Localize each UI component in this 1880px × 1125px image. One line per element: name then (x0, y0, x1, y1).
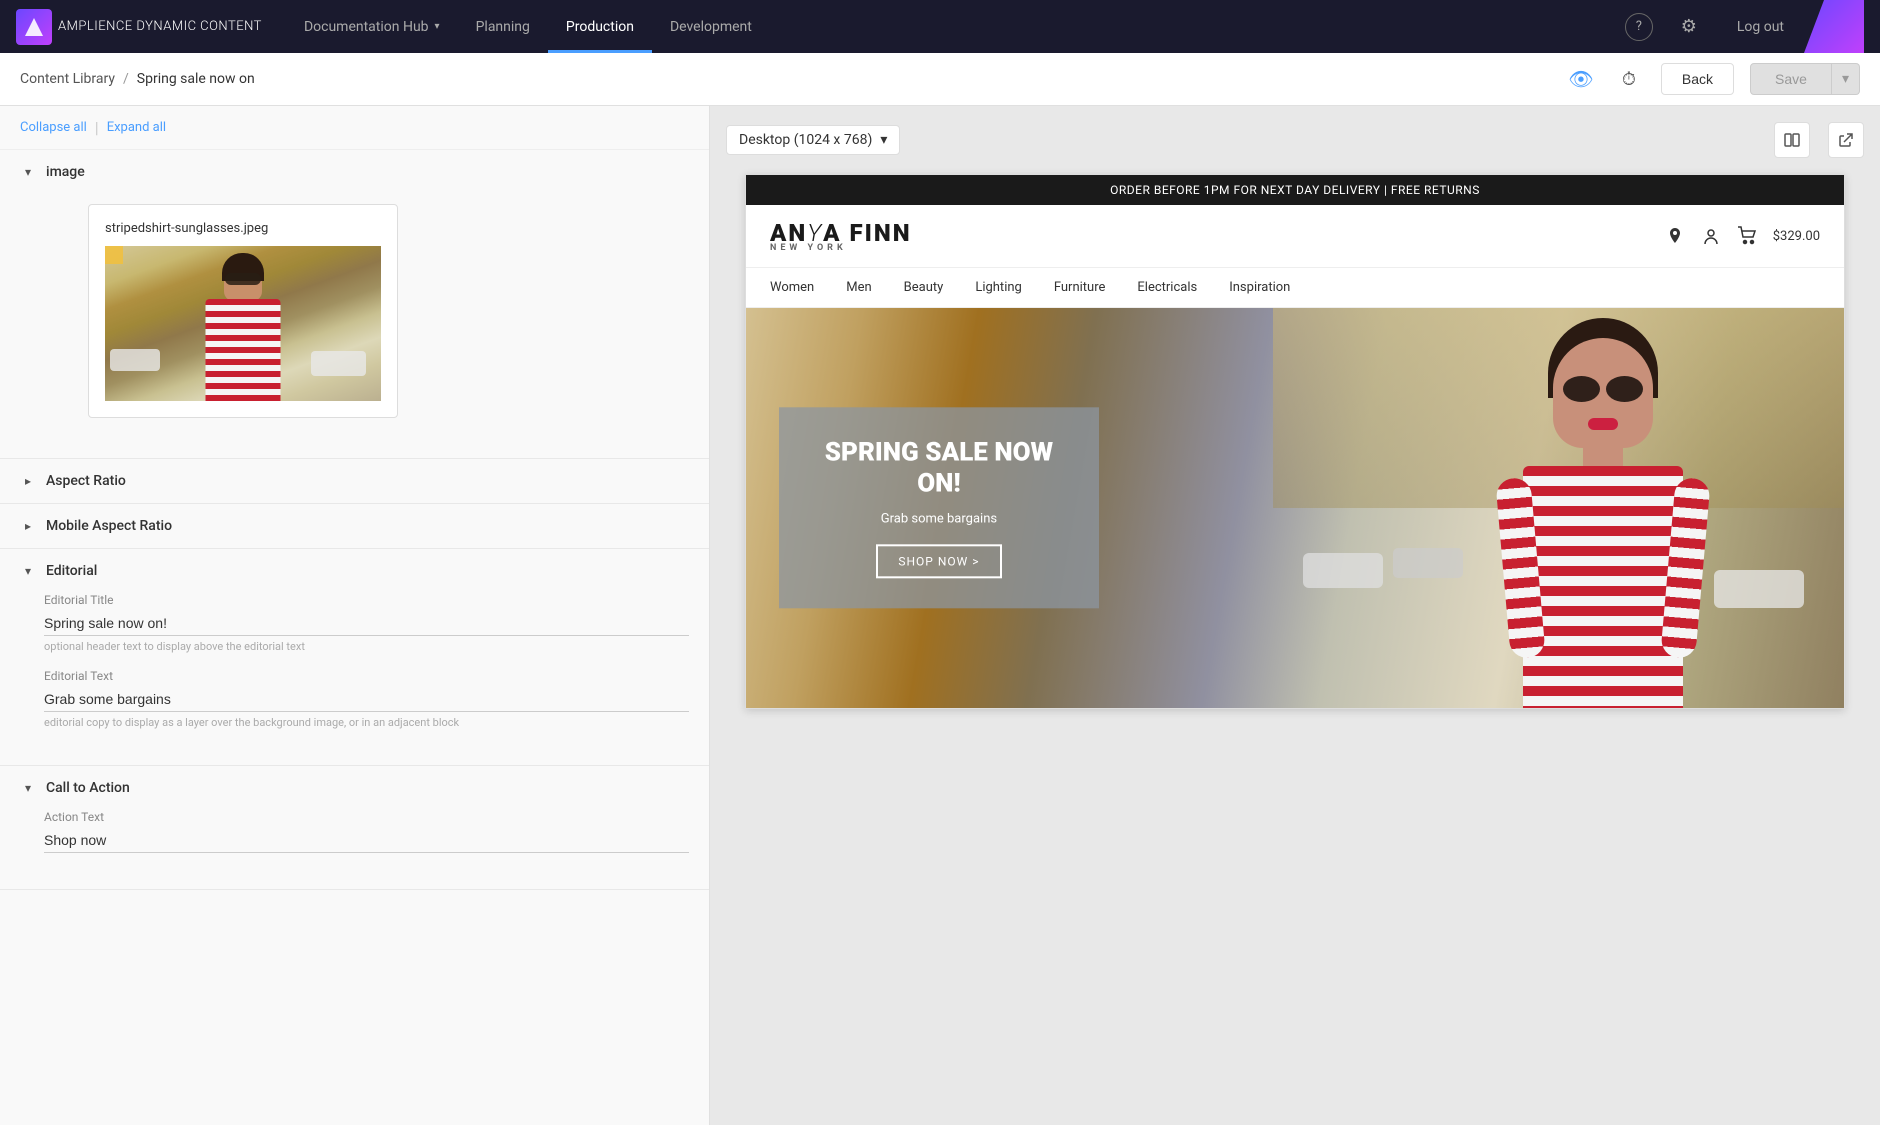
section-aspect-ratio-header[interactable]: ▸ Aspect Ratio (0, 459, 709, 503)
history-icon[interactable]: ⏱ (1613, 63, 1645, 95)
field-editorial-title-input[interactable] (44, 611, 689, 636)
collapse-bar: Collapse all | Expand all (0, 106, 709, 150)
store-nav-women[interactable]: Women (770, 268, 814, 307)
section-call-to-action: ▾ Call to Action Action Text (0, 766, 709, 890)
brand-name: AMPLIENCE DYNAMIC CONTENT (58, 19, 262, 34)
section-aspect-ratio-title: Aspect Ratio (46, 473, 126, 489)
brand-logo-area: AMPLIENCE DYNAMIC CONTENT (16, 9, 262, 45)
chevron-down-icon: ▾ (435, 21, 440, 32)
section-expand-icon: ▾ (20, 165, 36, 179)
section-editorial-title: Editorial (46, 563, 97, 579)
field-editorial-title-hint: optional header text to display above th… (44, 640, 689, 653)
field-editorial-text-hint: editorial copy to display as a layer ove… (44, 716, 689, 729)
breadcrumb-bar: Content Library / Spring sale now on 👁 ⏱… (0, 53, 1880, 106)
collapse-sep: | (95, 118, 99, 137)
save-button-group: Save ▾ (1750, 63, 1860, 95)
image-section-content: stripedshirt-sunglasses.jpeg (0, 204, 709, 458)
breadcrumb-parent[interactable]: Content Library (20, 71, 115, 87)
hero-subtitle: Grab some bargains (815, 512, 1063, 527)
image-card-filename: stripedshirt-sunglasses.jpeg (105, 221, 381, 236)
store-logo: ANYA FINN NEW YORK (770, 219, 912, 253)
chevron-down-icon: ▾ (1842, 71, 1849, 87)
viewport-selector[interactable]: Desktop (1024 x 768) ▾ (726, 125, 900, 155)
field-editorial-title: Editorial Title optional header text to … (44, 593, 689, 653)
breadcrumb-current: Spring sale now on (137, 71, 255, 87)
section-expand-icon: ▾ (20, 564, 36, 578)
brand-logo-icon (16, 9, 52, 45)
preview-eye-icon[interactable]: 👁 (1565, 63, 1597, 95)
section-mobile-aspect-ratio-title: Mobile Aspect Ratio (46, 518, 172, 534)
store-announcement: ORDER BEFORE 1PM FOR NEXT DAY DELIVERY |… (746, 175, 1844, 205)
main-content: Collapse all | Expand all ▾ image stripe… (0, 106, 1880, 1125)
back-button[interactable]: Back (1661, 63, 1734, 95)
field-editorial-text: Editorial Text editorial copy to display… (44, 669, 689, 729)
store-nav-furniture[interactable]: Furniture (1054, 268, 1106, 307)
collapse-all-link[interactable]: Collapse all (20, 120, 87, 135)
store-nav-men[interactable]: Men (846, 268, 871, 307)
section-mobile-aspect-ratio-header[interactable]: ▸ Mobile Aspect Ratio (0, 504, 709, 548)
section-image-header[interactable]: ▾ image (0, 150, 709, 194)
section-image: ▾ image stripedshirt-sunglasses.jpeg (0, 150, 709, 459)
field-action-text-input[interactable] (44, 828, 689, 853)
section-collapse-icon: ▸ (20, 474, 36, 488)
viewport-label: Desktop (1024 x 768) (739, 132, 872, 148)
section-aspect-ratio: ▸ Aspect Ratio (0, 459, 709, 504)
preview-toolbar: Desktop (1024 x 768) ▾ (726, 122, 1864, 158)
compare-icon[interactable] (1774, 122, 1810, 158)
save-dropdown-button[interactable]: ▾ (1832, 63, 1860, 95)
left-panel: Collapse all | Expand all ▾ image stripe… (0, 106, 710, 1125)
store-nav-electricals[interactable]: Electricals (1137, 268, 1197, 307)
save-button[interactable]: Save (1750, 63, 1832, 95)
location-icon[interactable] (1665, 226, 1685, 246)
store-header: ANYA FINN NEW YORK $329.00 (746, 205, 1844, 268)
help-icon[interactable]: ? (1625, 13, 1653, 41)
settings-icon[interactable]: ⚙ (1673, 11, 1705, 43)
section-collapse-icon: ▸ (20, 519, 36, 533)
nav-item-production[interactable]: Production (548, 0, 652, 53)
image-preview (105, 246, 381, 401)
breadcrumb-actions: 👁 ⏱ Back Save ▾ (1565, 63, 1860, 95)
store-nav-lighting[interactable]: Lighting (975, 268, 1022, 307)
store-nav-beauty[interactable]: Beauty (904, 268, 944, 307)
hero-overlay: SPRING SALE NOW ON! Grab some bargains S… (779, 407, 1099, 608)
section-editorial-header[interactable]: ▾ Editorial (0, 549, 709, 593)
hero-title: SPRING SALE NOW ON! (815, 437, 1063, 499)
hero-cta-button[interactable]: SHOP NOW > (876, 545, 1001, 579)
top-nav: AMPLIENCE DYNAMIC CONTENT Documentation … (0, 0, 1880, 53)
store-nav-inspiration[interactable]: Inspiration (1229, 268, 1290, 307)
field-action-text-label: Action Text (44, 810, 689, 824)
viewport-chevron-icon: ▾ (880, 132, 887, 148)
editorial-section-content: Editorial Title optional header text to … (0, 593, 709, 765)
store-icons: $329.00 (1665, 226, 1820, 246)
image-card: stripedshirt-sunglasses.jpeg (88, 204, 398, 418)
store-nav: Women Men Beauty Lighting Furniture Elec… (746, 268, 1844, 308)
section-image-title: image (46, 164, 85, 180)
field-editorial-text-label: Editorial Text (44, 669, 689, 683)
section-editorial: ▾ Editorial Editorial Title optional hea… (0, 549, 709, 766)
hero-banner: SPRING SALE NOW ON! Grab some bargains S… (746, 308, 1844, 708)
section-mobile-aspect-ratio: ▸ Mobile Aspect Ratio (0, 504, 709, 549)
nav-right: ? ⚙ Log out (1625, 11, 1796, 43)
section-expand-icon: ▾ (20, 781, 36, 795)
section-cta-title: Call to Action (46, 780, 130, 796)
nav-item-development[interactable]: Development (652, 0, 770, 53)
field-editorial-text-input[interactable] (44, 687, 689, 712)
account-icon[interactable] (1701, 226, 1721, 246)
nav-accent (1804, 0, 1864, 53)
right-panel: Desktop (1024 x 768) ▾ ORDER BEFORE 1PM … (710, 106, 1880, 1125)
breadcrumb-separator: / (123, 71, 129, 87)
field-action-text: Action Text (44, 810, 689, 853)
cart-icon[interactable] (1737, 226, 1757, 246)
nav-item-planning[interactable]: Planning (458, 0, 548, 53)
cta-section-content: Action Text (0, 810, 709, 889)
nav-item-documentation[interactable]: Documentation Hub ▾ (286, 0, 458, 53)
store-preview: ORDER BEFORE 1PM FOR NEXT DAY DELIVERY |… (745, 174, 1845, 709)
section-cta-header[interactable]: ▾ Call to Action (0, 766, 709, 810)
field-editorial-title-label: Editorial Title (44, 593, 689, 607)
store-cart-total: $329.00 (1773, 229, 1820, 244)
expand-all-link[interactable]: Expand all (107, 120, 166, 135)
logout-button[interactable]: Log out (1725, 13, 1796, 41)
external-link-icon[interactable] (1828, 122, 1864, 158)
